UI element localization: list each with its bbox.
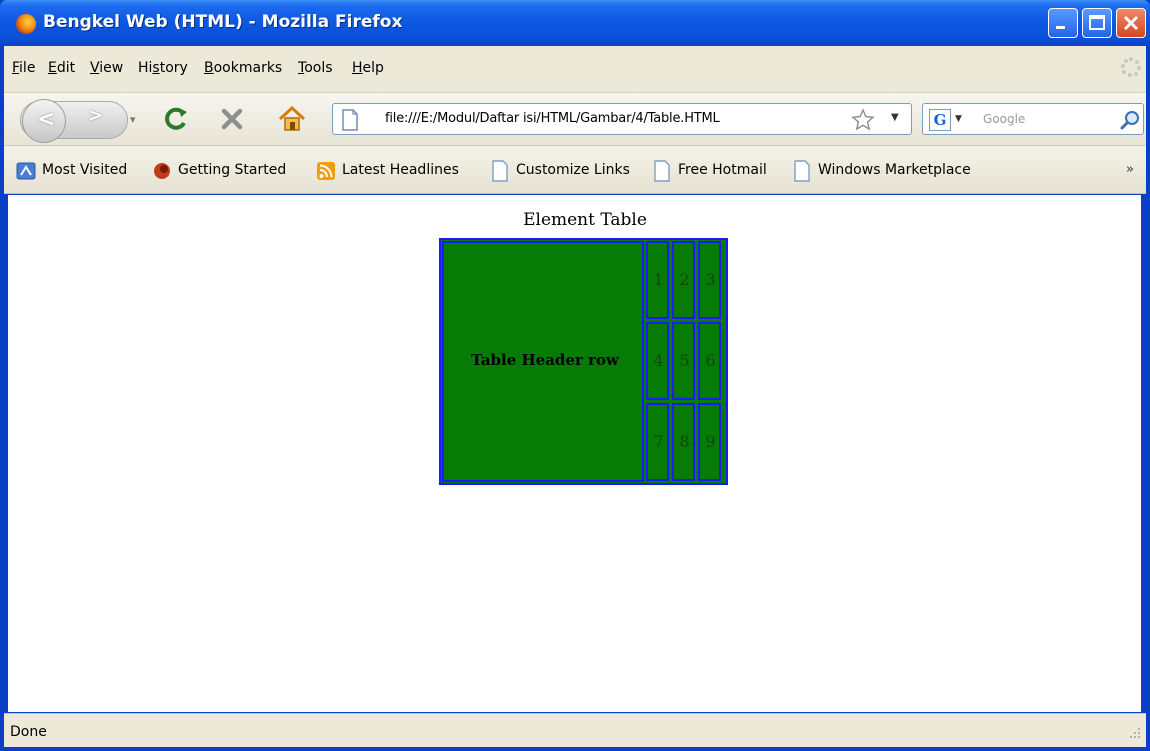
close-button[interactable] [1116,8,1146,38]
search-placeholder: Google [983,112,1026,126]
bookmark-star-icon[interactable] [851,108,875,132]
search-box[interactable]: G ▼ Google [922,103,1144,135]
window-title: Bengkel Web (HTML) - Mozilla Firefox [43,12,403,32]
resize-grip-icon[interactable] [1124,724,1142,744]
reload-icon[interactable] [160,103,192,135]
table-cell: 6 [698,322,721,400]
table-header-text: Table Header row [471,351,619,369]
search-engine-dropdown-icon[interactable]: ▼ [955,114,962,124]
table-caption: Element Table [523,210,647,230]
menu-view[interactable]: View [90,60,123,76]
close-icon [1123,15,1139,31]
table-cell: 3 [698,241,721,319]
bookmarks-overflow-button[interactable]: » [1126,162,1134,177]
table-cell: 5 [672,322,695,400]
navigation-toolbar: < > ▾ file:///E:/Modul/Daftar isi/HTML/G… [4,93,1146,146]
maximize-button[interactable] [1082,8,1112,38]
search-icon[interactable] [1119,109,1141,131]
url-text: file:///E:/Modul/Daftar isi/HTML/Gambar/… [385,111,720,126]
home-icon[interactable] [276,103,308,135]
history-dropdown-icon[interactable]: ▾ [130,113,136,126]
most-visited-icon [16,162,36,180]
page-content: Element Table Table Header row 1 2 3 4 5… [8,195,1141,712]
table-cell: 8 [672,403,695,481]
throbber-icon [1121,57,1141,77]
table-cell: 1 [646,241,669,319]
menu-history[interactable]: History [138,60,188,76]
status-bar: Done [4,713,1146,747]
page-icon [794,160,810,182]
back-arrow-icon: < [37,107,56,132]
menu-edit[interactable]: Edit [48,60,75,76]
table-cell: 7 [646,403,669,481]
stop-icon[interactable] [216,103,248,135]
menu-file[interactable]: File [12,60,35,76]
address-bar[interactable]: file:///E:/Modul/Daftar isi/HTML/Gambar/… [332,103,912,135]
browser-window: Bengkel Web (HTML) - Mozilla Firefox Fil… [0,0,1150,751]
firefox-logo-icon [16,14,36,34]
menu-tools[interactable]: Tools [298,60,333,76]
menu-help[interactable]: Help [352,60,384,76]
table-cell: 9 [698,403,721,481]
page-icon [654,160,670,182]
menu-bookmarks[interactable]: Bookmarks [204,60,282,76]
menu-bar: File Edit View History Bookmarks Tools H… [4,46,1146,93]
google-icon[interactable]: G [929,109,951,131]
page-icon [492,160,508,182]
url-dropdown-icon[interactable]: ▼ [891,112,899,123]
minimize-button[interactable] [1048,8,1078,38]
firefox-icon [154,163,170,179]
minimize-icon [1056,26,1065,29]
table-cell: 2 [672,241,695,319]
forward-button[interactable]: > [82,105,106,131]
maximize-icon [1089,15,1105,30]
title-bar[interactable]: Bengkel Web (HTML) - Mozilla Firefox [0,0,1150,46]
back-button[interactable]: < [22,99,66,143]
bookmarks-toolbar: Most Visited Getting Started Latest Head… [4,146,1146,194]
page-icon [342,109,358,131]
table-cell: 4 [646,322,669,400]
forward-arrow-icon: > [88,105,104,126]
status-text: Done [10,724,47,740]
element-table: Table Header row 1 2 3 4 5 6 7 8 9 [439,238,728,485]
table-header-cell: Table Header row [442,241,644,482]
rss-icon [317,162,335,180]
